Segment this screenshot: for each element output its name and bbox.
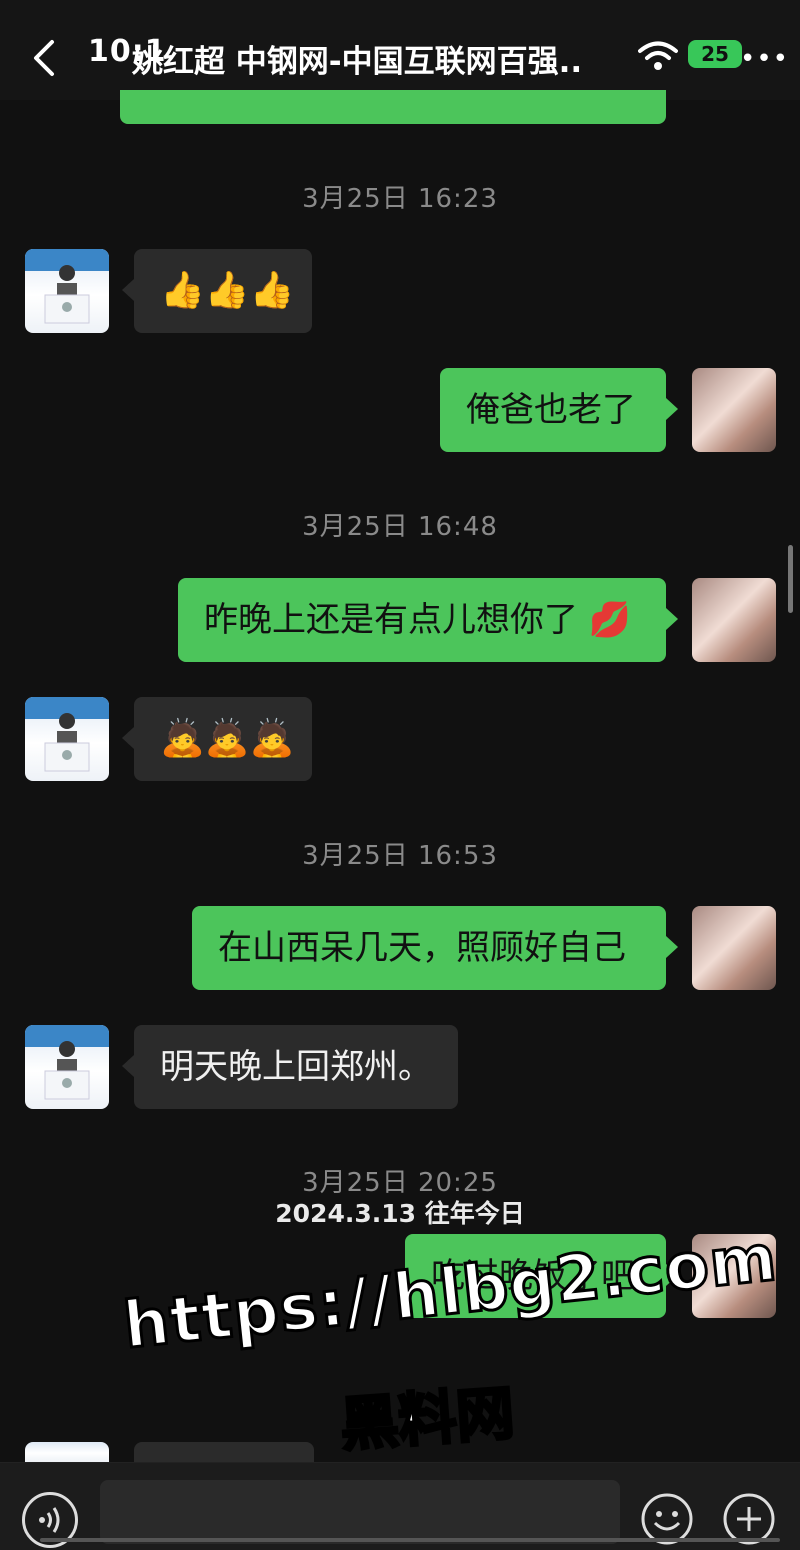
- incoming-message[interactable]: 🙇🙇🙇: [122, 697, 312, 781]
- incoming-message[interactable]: [122, 1442, 314, 1494]
- incoming-message[interactable]: 👍👍👍: [122, 249, 312, 333]
- battery-badge: 25: [688, 40, 742, 68]
- back-icon[interactable]: [28, 36, 62, 80]
- timestamp: 3月25日 16:48: [302, 512, 498, 542]
- chat-title[interactable]: 姚红超 中钢网-中国互联网百强..: [132, 36, 582, 81]
- user-avatar[interactable]: [692, 906, 776, 990]
- contact-avatar[interactable]: [25, 697, 109, 781]
- contact-avatar[interactable]: [25, 1025, 109, 1109]
- timestamp: 3月25日 16:23: [302, 184, 498, 214]
- outgoing-message[interactable]: 昨晚上还是有点儿想你了 💋: [178, 578, 678, 662]
- previous-message-bubble: [120, 90, 666, 124]
- incoming-message[interactable]: 明天晚上回郑州。: [122, 1025, 458, 1109]
- scrollbar[interactable]: [788, 545, 793, 613]
- user-avatar[interactable]: [692, 578, 776, 662]
- outgoing-message[interactable]: 在山西呆几天，照顾好自己: [192, 906, 678, 990]
- more-icon[interactable]: •••: [740, 44, 789, 74]
- memory-tag: 2024.3.13 往年今日: [275, 1199, 525, 1228]
- contact-avatar[interactable]: [25, 249, 109, 333]
- message-input[interactable]: [100, 1480, 620, 1544]
- outgoing-message[interactable]: 俺爸也老了: [440, 368, 678, 452]
- contact-avatar[interactable]: [25, 1442, 109, 1462]
- user-avatar[interactable]: [692, 368, 776, 452]
- home-indicator: [40, 1538, 780, 1542]
- timestamp: 3月25日 16:53: [302, 841, 498, 871]
- watermark-name: 黑料网: [337, 1378, 518, 1461]
- wifi-icon: [638, 41, 678, 70]
